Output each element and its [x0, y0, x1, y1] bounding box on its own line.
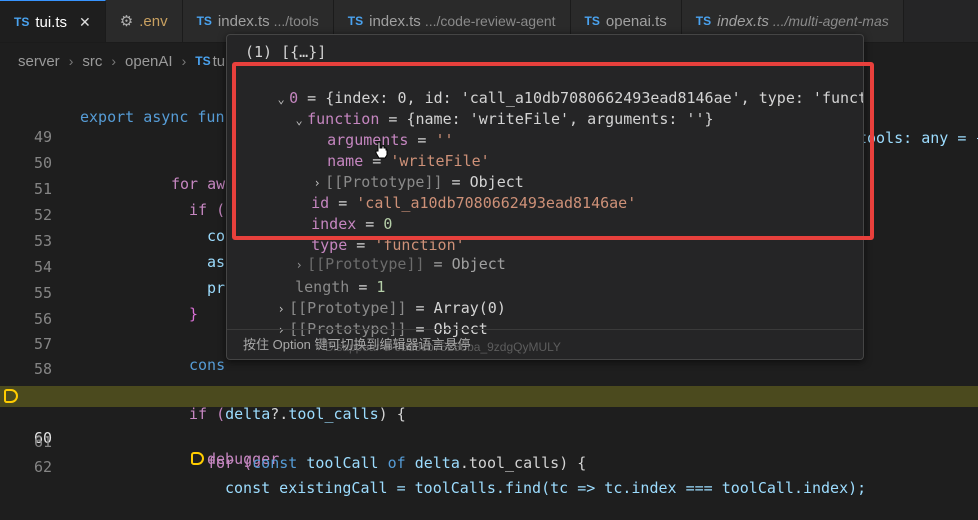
chevron-right-icon: ›	[68, 53, 74, 69]
chevron-right-icon: ›	[111, 53, 117, 69]
tab-label: .env	[139, 12, 168, 30]
tree-item-id[interactable]: id = 'call_a10db7080662493ead8146ae'	[227, 172, 863, 212]
hand-cursor-icon	[375, 141, 388, 159]
code-text: const existingCall = toolCalls.find(tc =…	[225, 479, 867, 497]
gear-icon: ⚙	[119, 13, 134, 30]
tree-item-0[interactable]: ⌄ 0 = {index: 0, id: 'call_a10db708066249…	[227, 67, 864, 107]
tree-item-length[interactable]: length = 1	[227, 256, 863, 296]
debug-hover-widget[interactable]: (1) [{…}] ⌄ 0 = {index: 0, id: 'call_a10d…	[226, 34, 864, 360]
debug-breakpoint-icon[interactable]	[4, 389, 18, 403]
tab-description: .../tools	[273, 13, 319, 29]
tree-item-prototype[interactable]: › [[Prototype]] = Object	[227, 233, 863, 273]
tree-item-index[interactable]: index = 0	[227, 193, 863, 233]
code-line[interactable]: 59 if (delta?.tool_calls) {	[0, 362, 978, 423]
tab-label: index.ts	[217, 12, 270, 30]
breadcrumb-item[interactable]: tu	[213, 53, 226, 70]
breadcrumb-item[interactable]: src	[82, 53, 102, 70]
code-line[interactable]: 62 const existingCall = toolCalls.find(t…	[0, 436, 978, 497]
tab-label: index.ts	[369, 12, 421, 30]
tab-label: openai.ts	[605, 12, 667, 30]
tab-label: index.ts	[717, 12, 769, 30]
typescript-file-icon: TS	[584, 14, 600, 28]
breadcrumb-item[interactable]: openAI	[125, 53, 173, 70]
watermark-text: Disappear-u-6bd8cb75258ba_9zdgQyMULY	[325, 340, 561, 354]
tab-env[interactable]: ⚙ .env	[105, 0, 183, 42]
typescript-file-icon: TS	[195, 54, 211, 68]
code-line[interactable]: 61 for (const toolCall of delta.tool_cal…	[0, 411, 978, 472]
tab-tui-ts[interactable]: TS tui.ts ✕	[0, 0, 106, 42]
tree-item-type[interactable]: type = 'function'	[227, 214, 863, 254]
typescript-file-icon: TS	[347, 14, 364, 28]
chevron-right-icon: ›	[181, 53, 187, 69]
tree-item-function[interactable]: ⌄ function = {name: 'writeFile', argument…	[227, 88, 863, 128]
typescript-file-icon: TS	[695, 14, 712, 28]
tree-item-name[interactable]: name = 'writeFile'	[227, 130, 863, 170]
current-debug-line[interactable]: 60 debugger	[0, 386, 978, 468]
hover-title: (1) [{…}]	[245, 43, 327, 61]
close-icon[interactable]: ✕	[79, 14, 91, 31]
tree-item-prototype[interactable]: › [[Prototype]] = Object	[227, 151, 863, 191]
tree-item-prototype[interactable]: › [[Prototype]] = Array(0)	[227, 277, 863, 317]
breadcrumb-item[interactable]: server	[18, 53, 60, 70]
tree-item-prototype[interactable]: › [[Prototype]] = Object	[227, 298, 863, 338]
line-number: 62	[33, 458, 52, 476]
code-text: const existingCall = toolCalls.find(tc =…	[225, 478, 866, 499]
tab-description: .../multi-agent-mas	[772, 13, 889, 29]
tab-label: tui.ts	[35, 13, 68, 31]
typescript-file-icon: TS	[196, 14, 212, 28]
tab-description: .../code-review-agent	[424, 13, 556, 29]
typescript-file-icon: TS	[14, 15, 30, 29]
tree-item-arguments[interactable]: arguments = ''	[227, 109, 863, 149]
